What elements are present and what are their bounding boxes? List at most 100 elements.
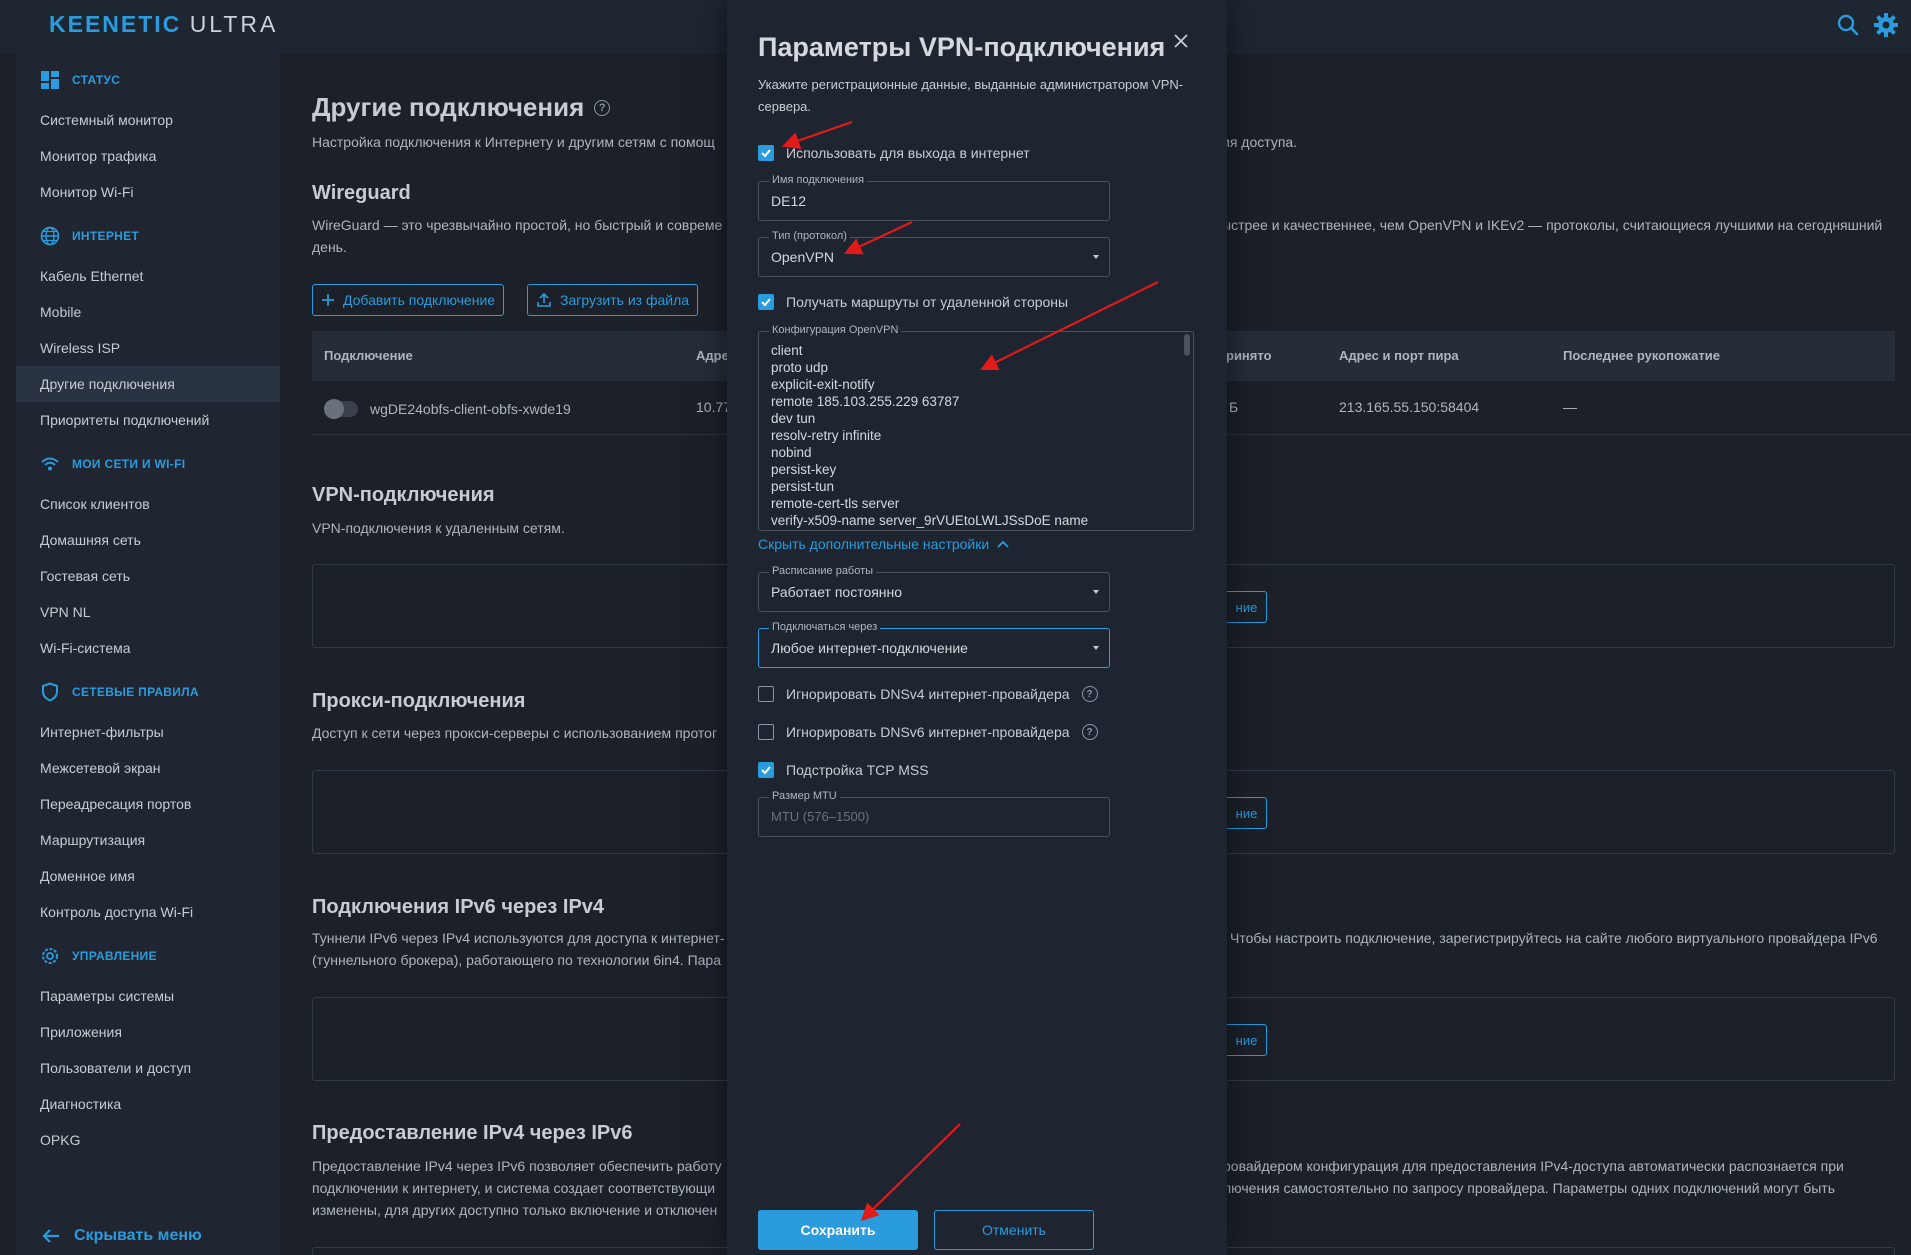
- globe-icon: [40, 226, 60, 246]
- receive-routes-checkbox[interactable]: Получать маршруты от удаленной стороны: [758, 294, 1068, 310]
- ipv6-add-button[interactable]: ние: [1227, 1024, 1267, 1056]
- gear-icon[interactable]: [1873, 12, 1899, 38]
- ignore-dnsv4-label: Игнорировать DNSv4 интернет-провайдера: [786, 686, 1070, 702]
- sidebar-group-status[interactable]: Статус: [40, 70, 120, 90]
- mtu-input[interactable]: Размер MTU MTU (576–1500): [758, 790, 1110, 837]
- sidebar-item-mobile[interactable]: Mobile: [16, 294, 280, 330]
- hide-menu-button[interactable]: Скрывать меню: [42, 1227, 202, 1245]
- mtu-placeholder: MTU (576–1500): [771, 809, 870, 824]
- ipv4-section-desc-tail2: лючения самостоятельно по запросу провай…: [1223, 1180, 1836, 1196]
- column-header: Подключение: [324, 348, 413, 363]
- connection-peer: 213.165.55.150:58404: [1339, 399, 1480, 415]
- column-header: Последнее рукопожатие: [1563, 348, 1720, 363]
- sidebar-item-system-settings[interactable]: Параметры системы: [16, 978, 280, 1014]
- openvpn-config-textarea[interactable]: Конфигурация OpenVPN client proto udp ex…: [758, 324, 1194, 531]
- sidebar-item-home-network[interactable]: Домашняя сеть: [16, 522, 280, 558]
- dialog-title: Параметры VPN-подключения: [758, 32, 1166, 62]
- tcp-mss-label: Подстройка TCP MSS: [786, 762, 929, 778]
- sidebar: Статус Системный монитор Монитор трафика…: [16, 54, 280, 1255]
- use-internet-label: Использовать для выхода в интернет: [786, 145, 1030, 161]
- connection-name-label: Имя подключения: [769, 174, 868, 186]
- help-icon[interactable]: ?: [1081, 724, 1098, 740]
- page-subtitle-tail: ия доступа.: [1222, 134, 1298, 150]
- connect-via-label: Подключаться через: [769, 621, 881, 633]
- sidebar-item-applications[interactable]: Приложения: [16, 1014, 280, 1050]
- sidebar-item-connection-priorities[interactable]: Приоритеты подключений: [16, 402, 280, 438]
- sidebar-item-wifi-monitor[interactable]: Монитор Wi-Fi: [16, 174, 280, 210]
- wireguard-desc: WireGuard — это чрезвычайно простой, но …: [312, 217, 723, 233]
- schedule-select[interactable]: Расписание работы Работает постоянно: [758, 565, 1110, 612]
- sidebar-item-port-forwarding[interactable]: Переадресация портов: [16, 786, 280, 822]
- help-icon[interactable]: ?: [594, 99, 611, 116]
- textarea-scrollbar[interactable]: [1184, 334, 1190, 356]
- sidebar-item-diagnostics[interactable]: Диагностика: [16, 1086, 280, 1122]
- sidebar-item-ethernet[interactable]: Кабель Ethernet: [16, 258, 280, 294]
- hide-advanced-link[interactable]: Скрыть дополнительные настройки: [758, 536, 1009, 552]
- sidebar-item-wifi-system[interactable]: Wi-Fi-система: [16, 630, 280, 666]
- page-title: Другие подключения ?: [312, 92, 611, 123]
- sidebar-group-label: Сетевые правила: [72, 685, 199, 699]
- sidebar-item-wireless-isp[interactable]: Wireless ISP: [16, 330, 280, 366]
- sidebar-item-opkg[interactable]: OPKG: [16, 1122, 280, 1158]
- vpn-section-desc: VPN-подключения к удаленным сетям.: [312, 520, 565, 536]
- sidebar-item-guest-network[interactable]: Гостевая сеть: [16, 558, 280, 594]
- sidebar-group-network-rules[interactable]: Сетевые правила: [40, 682, 199, 702]
- close-icon[interactable]: [1170, 30, 1192, 52]
- sidebar-group-label: Управление: [72, 949, 157, 963]
- search-icon[interactable]: [1835, 12, 1861, 38]
- ipv4-section-desc-line2: подключении к интернету, и система созда…: [312, 1180, 716, 1196]
- sidebar-item-other-connections[interactable]: Другие подключения: [16, 366, 280, 402]
- page-title-text: Другие подключения: [312, 92, 585, 122]
- sidebar-item-routing[interactable]: Маршрутизация: [16, 822, 280, 858]
- sidebar-item-wifi-access-control[interactable]: Контроль доступа Wi-Fi: [16, 894, 280, 930]
- sidebar-group-label: Интернет: [72, 229, 140, 243]
- ignore-dnsv6-label: Игнорировать DNSv6 интернет-провайдера: [786, 724, 1070, 740]
- ipv4-section-desc: Предоставление IPv4 через IPv6 позволяет…: [312, 1158, 722, 1174]
- upload-file-button[interactable]: Загрузить из файла: [527, 284, 699, 316]
- tcp-mss-checkbox[interactable]: Подстройка TCP MSS: [758, 762, 929, 778]
- checkbox-checked-icon: [758, 762, 774, 778]
- ignore-dnsv4-checkbox[interactable]: Игнорировать DNSv4 интернет-провайдера ?: [758, 686, 1098, 702]
- connection-name-field[interactable]: Имя подключения DE12: [758, 174, 1110, 221]
- wireguard-desc-tail: ыстрее и качественнее, чем OpenVPN и IKE…: [1221, 217, 1883, 233]
- checkbox-checked-icon: [758, 145, 774, 161]
- cancel-button[interactable]: Отменить: [934, 1210, 1094, 1250]
- sidebar-item-internet-filters[interactable]: Интернет-фильтры: [16, 714, 280, 750]
- sidebar-item-clients[interactable]: Список клиентов: [16, 486, 280, 522]
- column-header: Адрес и порт пира: [1339, 348, 1459, 363]
- wifi-icon: [41, 457, 59, 471]
- save-button[interactable]: Сохранить: [758, 1210, 918, 1250]
- connection-toggle[interactable]: [324, 399, 358, 419]
- sidebar-item-users-access[interactable]: Пользователи и доступ: [16, 1050, 280, 1086]
- help-icon[interactable]: ?: [1081, 686, 1098, 702]
- protocol-type-select[interactable]: Тип (протокол) OpenVPN: [758, 230, 1110, 277]
- use-internet-checkbox[interactable]: Использовать для выхода в интернет: [758, 145, 1030, 161]
- sidebar-group-networks[interactable]: Мои сети и Wi-Fi: [40, 454, 185, 474]
- sidebar-item-system-monitor[interactable]: Системный монитор: [16, 102, 280, 138]
- chevron-down-icon: [1093, 646, 1099, 650]
- sidebar-item-domain-name[interactable]: Доменное имя: [16, 858, 280, 894]
- sidebar-item-vpn-nl[interactable]: VPN NL: [16, 594, 280, 630]
- upload-file-label: Загрузить из файла: [560, 292, 690, 308]
- sidebar-group-internet[interactable]: Интернет: [40, 226, 139, 246]
- add-connection-button[interactable]: Добавить подключение: [312, 284, 505, 316]
- ignore-dnsv6-checkbox[interactable]: Игнорировать DNSv6 интернет-провайдера ?: [758, 724, 1098, 740]
- vpn-settings-dialog: Параметры VPN-подключения Укажите регист…: [727, 0, 1227, 1255]
- openvpn-config-text: client proto udp explicit-exit-notify re…: [771, 343, 1089, 528]
- page-subtitle: Настройка подключения к Интернету и друг…: [312, 134, 715, 150]
- connect-via-select[interactable]: Подключаться через Любое интернет-подклю…: [758, 621, 1110, 668]
- ipv4-section-desc-tail: ровайдером конфигурация для предоставлен…: [1223, 1158, 1844, 1174]
- plus-icon: [322, 294, 334, 306]
- mtu-label: Размер MTU: [769, 790, 840, 802]
- proxy-add-button[interactable]: ние: [1227, 797, 1267, 829]
- sidebar-group-management[interactable]: Управление: [40, 946, 157, 966]
- dashboard-icon: [41, 71, 59, 89]
- ipv6-section-desc-tail: Чтобы настроить подключение, зарегистрир…: [1230, 930, 1878, 946]
- schedule-label: Расписание работы: [769, 565, 877, 577]
- sidebar-group-label: Мои сети и Wi-Fi: [72, 457, 186, 471]
- connection-handshake: —: [1563, 399, 1577, 415]
- sidebar-item-traffic-monitor[interactable]: Монитор трафика: [16, 138, 280, 174]
- sidebar-item-firewall[interactable]: Межсетевой экран: [16, 750, 280, 786]
- connection-name-value: DE12: [771, 193, 807, 209]
- vpn-add-button[interactable]: ние: [1227, 591, 1267, 623]
